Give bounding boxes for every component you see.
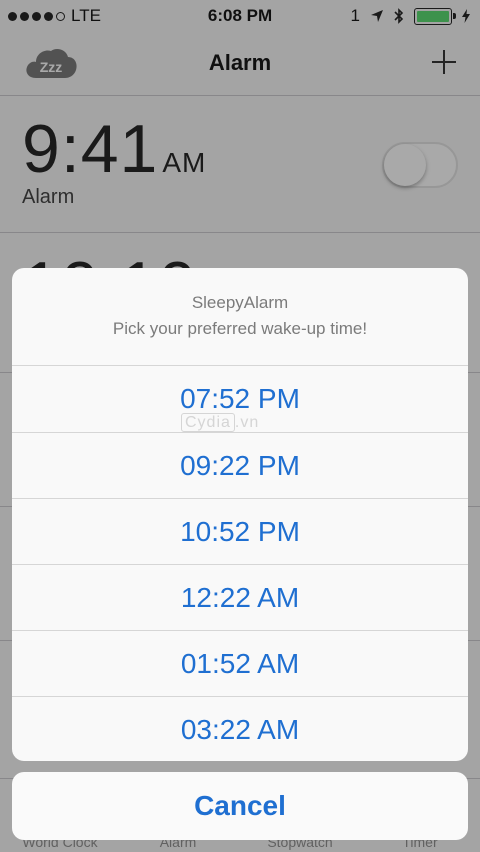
cancel-button[interactable]: Cancel: [12, 772, 468, 840]
wake-time-option[interactable]: 01:52 AM: [12, 630, 468, 696]
cancel-container: Cancel: [12, 772, 468, 840]
sheet-message: Pick your preferred wake-up time!: [112, 319, 368, 338]
action-sheet: SleepyAlarm Pick your preferred wake-up …: [12, 268, 468, 761]
wake-time-option[interactable]: 03:22 AM: [12, 696, 468, 761]
sheet-header: SleepyAlarm Pick your preferred wake-up …: [12, 268, 468, 366]
sheet-title: SleepyAlarm: [191, 293, 289, 312]
wake-time-option[interactable]: 07:52 PM: [12, 366, 468, 432]
wake-time-option[interactable]: 09:22 PM: [12, 432, 468, 498]
wake-time-option[interactable]: 12:22 AM: [12, 564, 468, 630]
wake-time-option[interactable]: 10:52 PM: [12, 498, 468, 564]
